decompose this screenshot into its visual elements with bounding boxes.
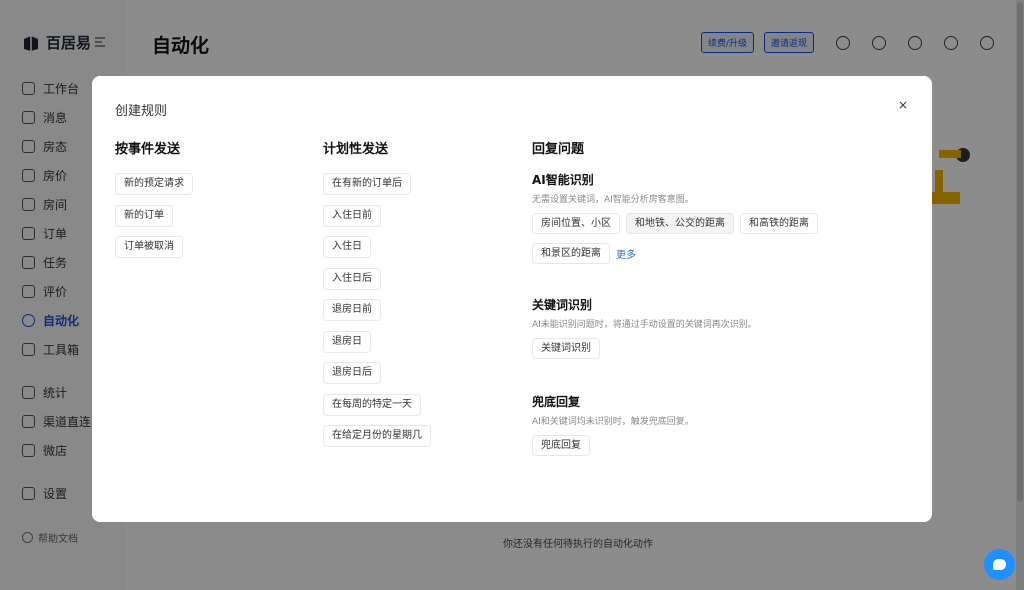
event-option[interactable]: 新的订单 [115,204,173,227]
ai-title: AI智能识别 [532,173,594,187]
keyword-desc: AI未能识别问题时，将通过手动设置的关键词再次识别。 [532,320,757,330]
schedule-option[interactable]: 退房日 [323,330,371,353]
reply-heading: 回复问题 [532,142,585,157]
schedule-option[interactable]: 在给定月份的星期几 [323,425,431,447]
ai-option[interactable]: 房间位置、小区 [532,213,620,234]
event-column: 按事件发送 新的预定请求 新的订单订单被取消 [115,138,193,268]
fallback-title: 兜底回复 [532,395,581,409]
ai-section: AI智能识别 无需设置关键词，AI智能分析房客意图。 房间位置、小区 和地铁、公… [532,171,912,264]
keyword-title: 关键词识别 [532,298,593,312]
close-icon[interactable]: × [898,98,908,112]
chat-bubble-icon [993,559,1006,570]
more-link[interactable]: 更多 [616,246,636,261]
keyword-option[interactable]: 关键词识别 [532,338,600,359]
event-heading: 按事件发送 [115,142,181,157]
ai-option[interactable]: 和地铁、公交的距离 [626,213,734,234]
schedule-option[interactable]: 入住日前 [323,204,381,227]
schedule-option[interactable]: 入住日后 [323,267,381,290]
fallback-option[interactable]: 兜底回复 [532,435,590,456]
schedule-option[interactable]: 退房日后 [323,362,381,384]
schedule-option[interactable]: 在有新的订单后 [323,173,411,195]
modal-title: 创建规则 [115,104,168,119]
create-rule-modal: 创建规则 × 按事件发送 新的预定请求 新的订单订单被取消 计划性发送 在有新的订… [92,76,932,522]
schedule-column: 计划性发送 在有新的订单后 入住日前入住日入住日后退房日前退房日退房日后在每周的特… [323,138,431,457]
ai-option[interactable]: 和高铁的距离 [740,213,818,234]
fallback-desc: AI和关键词均未识别时，触发兜底回复。 [532,417,694,427]
fallback-section: 兜底回复 AI和关键词均未识别时，触发兜底回复。 兜底回复 [532,393,912,456]
schedule-option[interactable]: 在每周的特定一天 [323,393,421,416]
event-option[interactable]: 订单被取消 [115,236,183,258]
ai-option[interactable]: 和景区的距离 [532,243,610,264]
keyword-section: 关键词识别 AI未能识别问题时，将通过手动设置的关键词再次识别。 关键词识别 [532,296,912,359]
schedule-option[interactable]: 退房日前 [323,299,381,321]
schedule-heading: 计划性发送 [323,142,389,157]
schedule-option[interactable]: 入住日 [323,236,371,258]
event-option[interactable]: 新的预定请求 [115,173,193,195]
reply-column: 回复问题 AI智能识别 无需设置关键词，AI智能分析房客意图。 房间位置、小区 … [532,138,912,480]
ai-desc: 无需设置关键词，AI智能分析房客意图。 [532,195,694,205]
chat-support-button[interactable] [984,549,1015,580]
